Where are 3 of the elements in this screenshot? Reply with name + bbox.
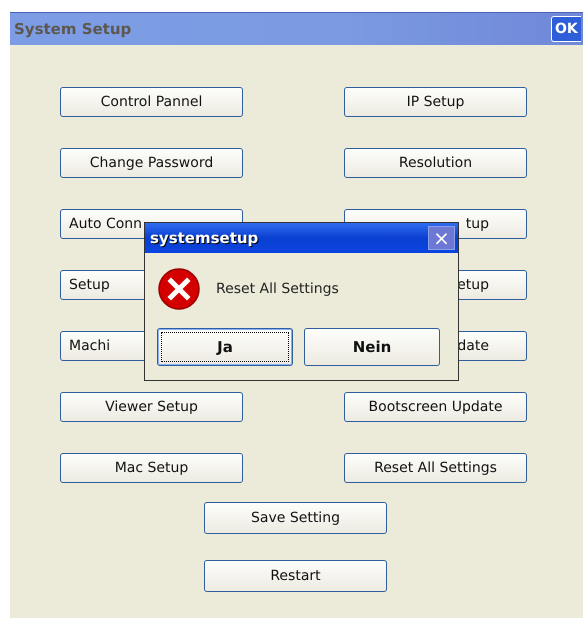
window-title: System Setup <box>13 20 132 38</box>
dialog-message: Reset All Settings <box>216 281 339 297</box>
dialog-title: systemsetup <box>150 229 258 247</box>
